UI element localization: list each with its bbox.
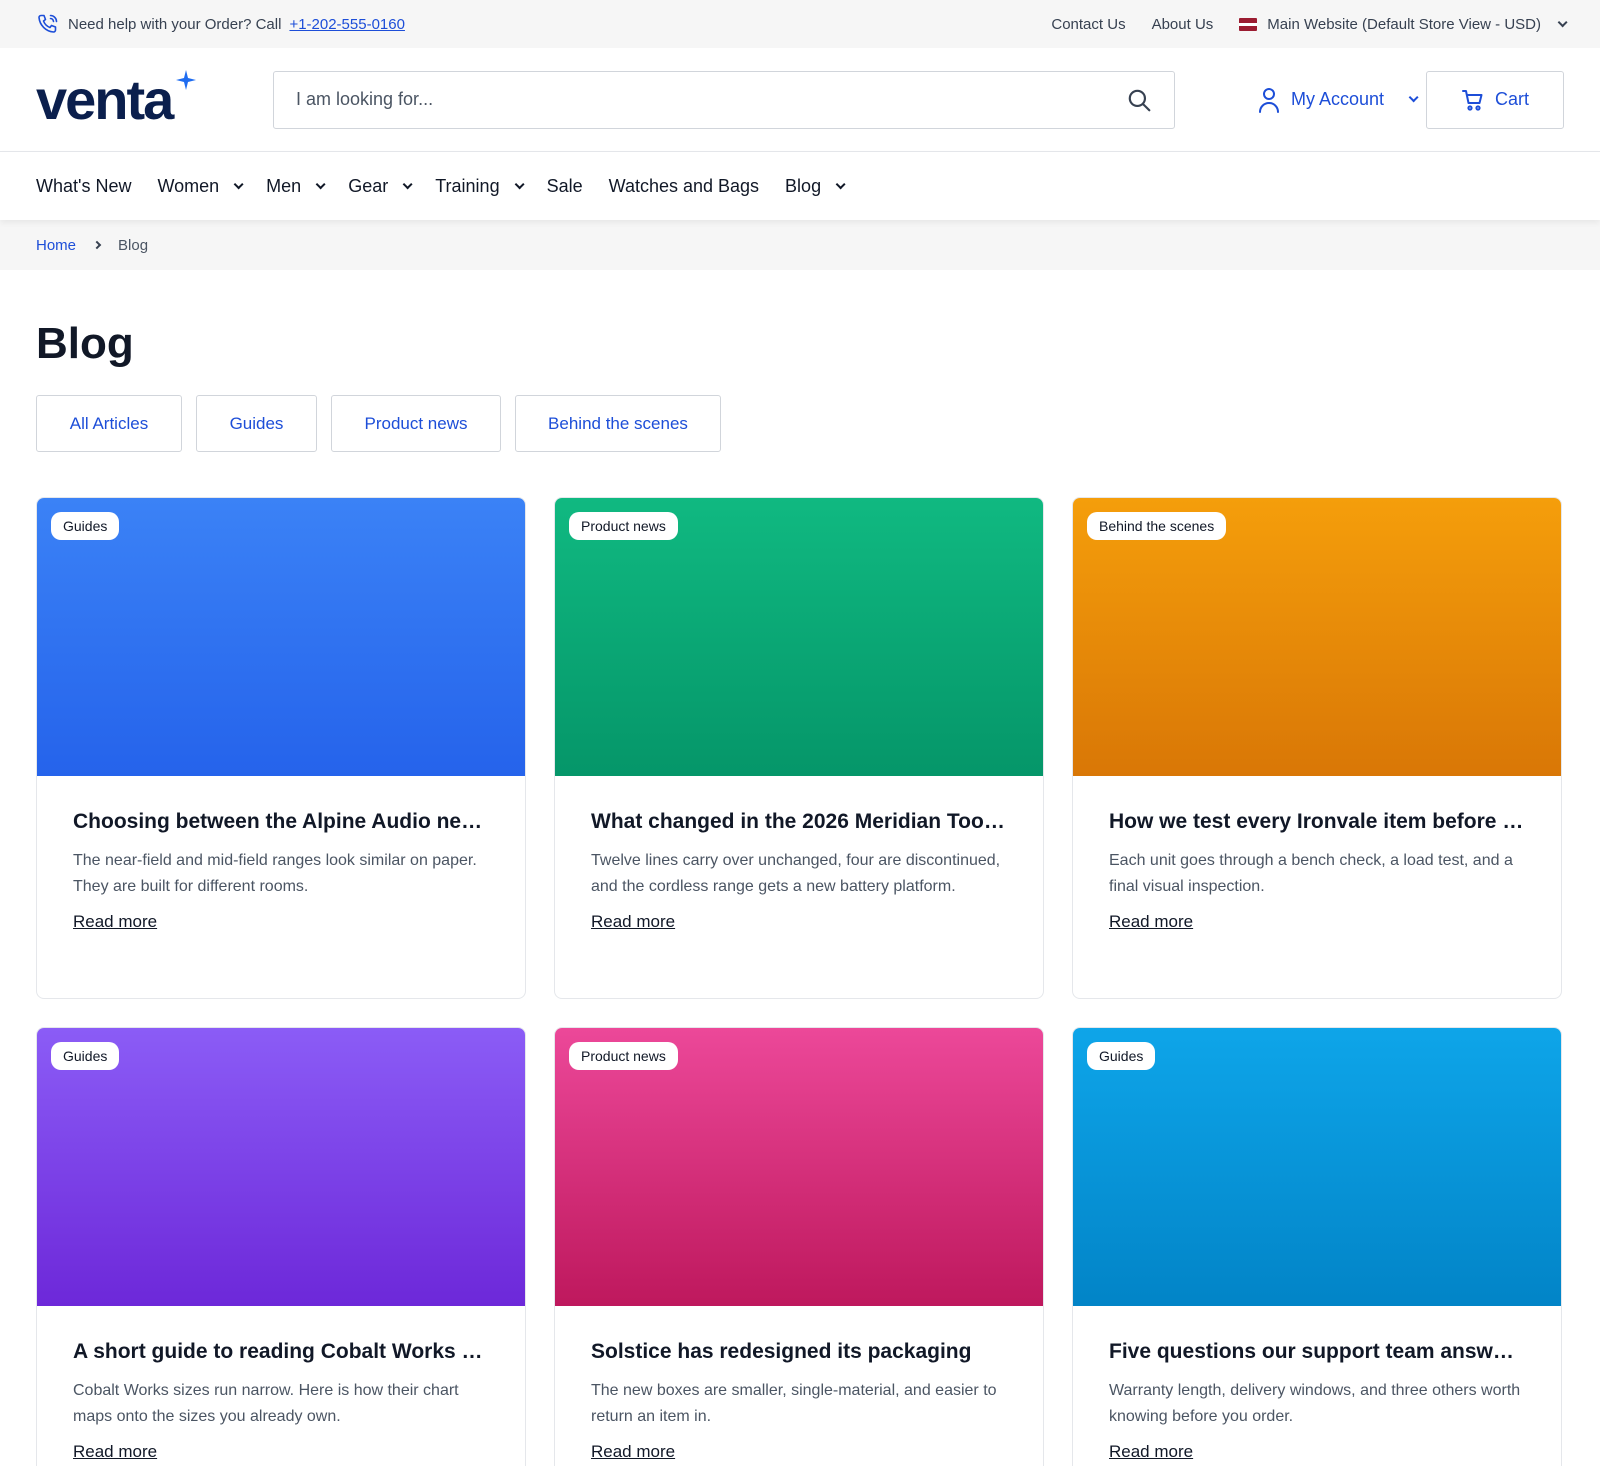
- filter-all-articles[interactable]: All Articles: [36, 395, 182, 452]
- search-input[interactable]: [296, 89, 1076, 110]
- chevron-down-icon: [233, 178, 244, 189]
- post-excerpt: Cobalt Works sizes run narrow. Here is h…: [73, 1382, 459, 1425]
- category-filters: All Articles Guides Product news Behind …: [36, 395, 1564, 452]
- my-account-menu[interactable]: My Account: [1257, 87, 1419, 113]
- post-tag: Product news: [569, 1042, 678, 1070]
- post-excerpt: The near-field and mid-field ranges look…: [73, 852, 477, 895]
- main-content: Blog All Articles Guides Product news Be…: [0, 322, 1600, 1466]
- top-bar: Need help with your Order? Call +1-202-5…: [0, 0, 1600, 48]
- chevron-down-icon: [514, 178, 525, 189]
- post-title[interactable]: Solstice has redesigned its packaging: [591, 1340, 1007, 1364]
- nav-item-blog[interactable]: Blog: [785, 175, 846, 197]
- post-card[interactable]: Guides Five questions our support team a…: [1072, 1027, 1562, 1466]
- nav-item-training[interactable]: Training: [435, 175, 525, 197]
- nav-label: What's New: [36, 175, 132, 196]
- post-card[interactable]: Guides A short guide to reading Cobalt W…: [36, 1027, 526, 1466]
- post-tag: Behind the scenes: [1087, 512, 1227, 540]
- cart-button[interactable]: Cart: [1426, 70, 1564, 129]
- post-image[interactable]: Product news: [555, 1028, 1043, 1306]
- chevron-right-icon: [92, 240, 102, 250]
- post-image[interactable]: Guides: [37, 498, 525, 776]
- read-more-link[interactable]: Read more: [73, 912, 157, 932]
- nav-label: Men: [266, 175, 302, 196]
- post-card[interactable]: Product news What changed in the 2026 Me…: [554, 497, 1044, 999]
- search-box: [273, 70, 1175, 129]
- cart-label: Cart: [1494, 89, 1529, 109]
- post-excerpt: Twelve lines carry over unchanged, four …: [591, 852, 1001, 895]
- post-image[interactable]: Guides: [37, 1028, 525, 1306]
- post-title[interactable]: A short guide to reading Cobalt Works si…: [73, 1340, 489, 1364]
- help-text: Need help with your Order? Call: [68, 15, 282, 33]
- read-more-link[interactable]: Read more: [1109, 1442, 1193, 1462]
- nav-item-women[interactable]: Women: [157, 175, 244, 197]
- logo-text: venta: [36, 67, 174, 131]
- filter-behind-the-scenes[interactable]: Behind the scenes: [515, 395, 721, 452]
- my-account-label: My Account: [1291, 89, 1385, 109]
- nav-label: Sale: [546, 175, 583, 196]
- breadcrumb: Home Blog: [0, 220, 1600, 270]
- post-grid: Guides Choosing between the Alpine Audio…: [36, 497, 1564, 1466]
- nav-label: Gear: [348, 175, 389, 196]
- post-title[interactable]: What changed in the 2026 Meridian Tools …: [591, 810, 1007, 834]
- cart-icon: [1461, 89, 1483, 111]
- post-tag: Guides: [51, 512, 120, 540]
- header: venta My Account Cart: [0, 48, 1600, 152]
- phone-icon: [38, 14, 58, 33]
- nav-item-gear[interactable]: Gear: [348, 175, 413, 197]
- nav-label: Training: [435, 175, 500, 196]
- page-title: Blog: [36, 319, 134, 368]
- store-switcher[interactable]: Main Website (Default Store View - USD): [1239, 15, 1568, 33]
- about-us-link[interactable]: About Us: [1152, 16, 1214, 33]
- post-card[interactable]: Product news Solstice has redesigned its…: [554, 1027, 1044, 1466]
- main-nav: What's New Women Men Gear Training Sale …: [0, 152, 1600, 220]
- post-title[interactable]: Choosing between the Alpine Audio near-f…: [73, 810, 489, 834]
- post-title[interactable]: How we test every Ironvale item before i…: [1109, 810, 1525, 834]
- nav-item-sale[interactable]: Sale: [547, 176, 583, 197]
- nav-label: Blog: [785, 175, 822, 196]
- post-excerpt: Each unit goes through a bench check, a …: [1109, 852, 1513, 895]
- chevron-down-icon: [315, 178, 326, 189]
- read-more-link[interactable]: Read more: [591, 912, 675, 932]
- post-title[interactable]: Five questions our support team answers …: [1109, 1340, 1525, 1364]
- flag-icon: [1239, 17, 1258, 31]
- post-tag: Guides: [1087, 1042, 1156, 1070]
- store-label: Main Website (Default Store View - USD): [1267, 15, 1541, 33]
- post-card[interactable]: Behind the scenes How we test every Iron…: [1072, 497, 1562, 999]
- post-image[interactable]: Behind the scenes: [1073, 498, 1561, 776]
- help-line: Need help with your Order? Call +1-202-5…: [36, 12, 405, 36]
- nav-item-men[interactable]: Men: [266, 175, 326, 197]
- post-tag: Product news: [569, 512, 678, 540]
- nav-item-watches-and-bags[interactable]: Watches and Bags: [609, 176, 759, 197]
- phone-link[interactable]: +1-202-555-0160: [289, 16, 405, 33]
- read-more-link[interactable]: Read more: [73, 1442, 157, 1462]
- post-excerpt: The new boxes are smaller, single-materi…: [591, 1382, 997, 1425]
- contact-us-link[interactable]: Contact Us: [1051, 16, 1125, 33]
- nav-item-whats-new[interactable]: What's New: [36, 176, 131, 197]
- post-image[interactable]: Guides: [1073, 1028, 1561, 1306]
- chevron-down-icon: [1557, 16, 1568, 27]
- read-more-link[interactable]: Read more: [591, 1442, 675, 1462]
- breadcrumb-home[interactable]: Home: [36, 237, 76, 254]
- post-excerpt: Warranty length, delivery windows, and t…: [1109, 1382, 1521, 1425]
- post-card[interactable]: Guides Choosing between the Alpine Audio…: [36, 497, 526, 999]
- sparkle-icon: [176, 69, 196, 90]
- read-more-link[interactable]: Read more: [1109, 912, 1193, 932]
- post-image[interactable]: Product news: [555, 498, 1043, 776]
- chevron-down-icon: [402, 178, 413, 189]
- filter-guides[interactable]: Guides: [196, 395, 317, 452]
- logo[interactable]: venta: [36, 67, 232, 131]
- chevron-down-icon: [1408, 92, 1419, 103]
- chevron-down-icon: [835, 178, 846, 189]
- filter-product-news[interactable]: Product news: [331, 395, 501, 452]
- breadcrumb-current: Blog: [118, 236, 149, 254]
- search-icon[interactable]: [1126, 87, 1152, 113]
- user-icon: [1259, 87, 1279, 113]
- nav-label: Women: [157, 175, 220, 196]
- nav-label: Watches and Bags: [608, 175, 760, 196]
- post-tag: Guides: [51, 1042, 120, 1070]
